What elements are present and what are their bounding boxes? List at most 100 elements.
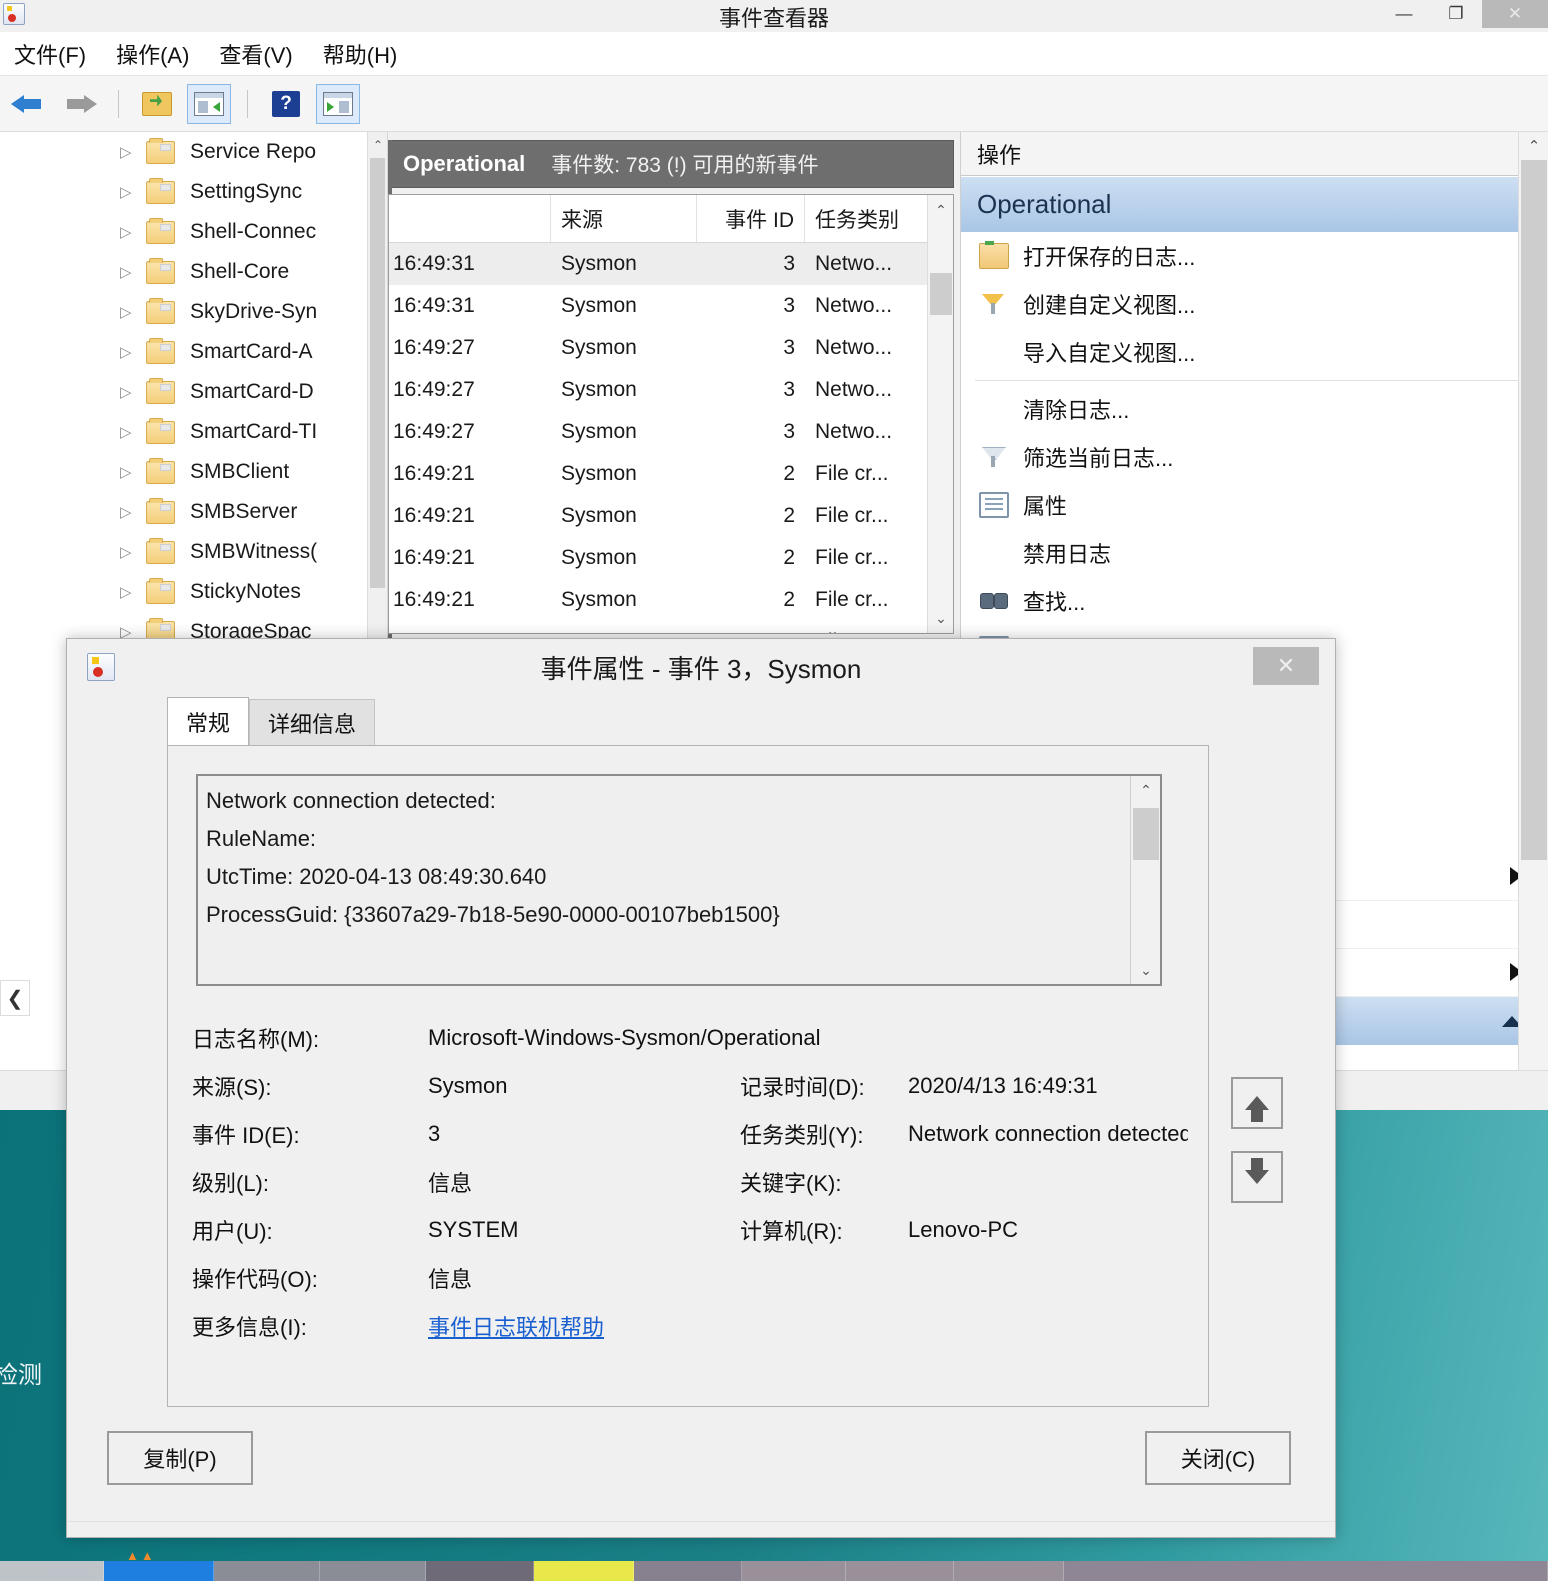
- table-row[interactable]: 16:49:19 Sysmon 2 File cr...: [389, 621, 953, 633]
- tree-item[interactable]: ▷ SMBClient: [0, 452, 387, 492]
- chevron-right-icon[interactable]: ▷: [120, 223, 132, 241]
- action-open-saved-log[interactable]: 打开保存的日志...: [961, 232, 1548, 280]
- chevron-right-icon[interactable]: ▷: [120, 583, 132, 601]
- taskbar-item-3[interactable]: [320, 1561, 426, 1581]
- menu-file[interactable]: 文件(F): [14, 38, 86, 70]
- menu-help[interactable]: 帮助(H): [323, 38, 398, 70]
- actions-group-operational[interactable]: Operational ▲: [961, 176, 1548, 232]
- chevron-right-icon[interactable]: ▷: [120, 503, 132, 521]
- table-row[interactable]: 16:49:21 Sysmon 2 File cr...: [389, 495, 953, 537]
- copy-button[interactable]: 复制(P): [107, 1431, 253, 1485]
- action-find[interactable]: 查找...: [961, 577, 1548, 625]
- show-tree-pane-button[interactable]: [187, 83, 231, 124]
- tree-item[interactable]: ▷ SkyDrive-Syn: [0, 292, 387, 332]
- action-disable-log[interactable]: 禁用日志: [961, 529, 1548, 577]
- menu-action[interactable]: 操作(A): [116, 38, 189, 70]
- show-action-pane-button[interactable]: [316, 83, 360, 124]
- close-button[interactable]: ✕: [1482, 0, 1548, 28]
- tree-item[interactable]: ▷ SMBServer: [0, 492, 387, 532]
- action-import-custom-view[interactable]: 导入自定义视图...: [961, 328, 1548, 376]
- taskbar-item-6[interactable]: [634, 1561, 742, 1581]
- minimize-button[interactable]: —: [1378, 0, 1430, 28]
- column-header-time[interactable]: [389, 195, 551, 242]
- menu-view[interactable]: 查看(V): [219, 38, 292, 70]
- actions-scrollbar[interactable]: ⌃ ⌄: [1518, 132, 1548, 1090]
- event-grid[interactable]: 来源 事件 ID 任务类别 16:49:31 Sysmon 3 Netwo...…: [388, 194, 954, 634]
- column-header-task-category[interactable]: 任务类别: [805, 195, 937, 242]
- tab-general[interactable]: 常规: [167, 697, 250, 745]
- grid-scrollbar-thumb[interactable]: [930, 273, 952, 315]
- table-row[interactable]: 16:49:27 Sysmon 3 Netwo...: [389, 411, 953, 453]
- tab-details[interactable]: 详细信息: [249, 699, 376, 745]
- table-row[interactable]: 16:49:31 Sysmon 3 Netwo...: [389, 285, 953, 327]
- column-header-event-id[interactable]: 事件 ID: [697, 195, 805, 242]
- taskbar-item-1[interactable]: [104, 1561, 214, 1581]
- description-scroll-down-icon[interactable]: ⌄: [1131, 956, 1160, 984]
- maximize-button[interactable]: ❐: [1430, 0, 1482, 28]
- tree-item[interactable]: ▷ Shell-Core: [0, 252, 387, 292]
- taskbar-item-8[interactable]: [846, 1561, 954, 1581]
- table-row[interactable]: 16:49:27 Sysmon 3 Netwo...: [389, 327, 953, 369]
- tree-item[interactable]: ▷ SmartCard-A: [0, 332, 387, 372]
- tree-item[interactable]: ▷ StickyNotes: [0, 572, 387, 612]
- grid-scrollbar[interactable]: ⌃ ⌄: [927, 195, 953, 633]
- table-row[interactable]: 16:49:27 Sysmon 3 Netwo...: [389, 369, 953, 411]
- taskbar-item-7[interactable]: [742, 1561, 846, 1581]
- tree-item[interactable]: ▷ SmartCard-TI: [0, 412, 387, 452]
- action-properties[interactable]: 属性: [961, 481, 1548, 529]
- chevron-right-icon[interactable]: ▷: [120, 263, 132, 281]
- tree-item[interactable]: ▷ SmartCard-D: [0, 372, 387, 412]
- blank-icon: [979, 540, 1009, 566]
- dialog-close-button[interactable]: ✕: [1253, 647, 1319, 685]
- action-filter-current-log[interactable]: 筛选当前日志...: [961, 433, 1548, 481]
- chevron-right-icon[interactable]: ▷: [120, 543, 132, 561]
- event-log-online-help-link[interactable]: 事件日志联机帮助: [428, 1310, 1188, 1342]
- description-scroll-up-icon[interactable]: ⌃: [1131, 776, 1160, 804]
- table-row[interactable]: 16:49:21 Sysmon 2 File cr...: [389, 537, 953, 579]
- chevron-right-icon[interactable]: ▷: [120, 423, 132, 441]
- action-create-custom-view[interactable]: 创建自定义视图...: [961, 280, 1548, 328]
- tree-scroll-up-icon[interactable]: ⌃: [368, 134, 387, 156]
- chevron-right-icon[interactable]: ▷: [120, 143, 132, 161]
- taskbar[interactable]: [0, 1561, 1548, 1581]
- description-scrollbar[interactable]: ⌃ ⌄: [1130, 776, 1160, 984]
- forward-button[interactable]: [58, 84, 102, 124]
- dialog-close-action-button[interactable]: 关闭(C): [1145, 1431, 1291, 1485]
- table-row[interactable]: 16:49:21 Sysmon 2 File cr...: [389, 453, 953, 495]
- grid-scroll-down-icon[interactable]: ⌄: [928, 605, 953, 631]
- tree-item[interactable]: ▷ SMBWitness(: [0, 532, 387, 572]
- table-row[interactable]: 16:49:21 Sysmon 2 File cr...: [389, 579, 953, 621]
- tree-item[interactable]: ▷ Service Repo: [0, 132, 387, 172]
- taskbar-item-9[interactable]: [954, 1561, 1064, 1581]
- chevron-right-icon[interactable]: ▷: [120, 383, 132, 401]
- action-clear-log[interactable]: 清除日志...: [961, 385, 1548, 433]
- actions-scrollbar-thumb[interactable]: [1521, 160, 1547, 860]
- taskbar-item-2[interactable]: [214, 1561, 320, 1581]
- chevron-right-icon[interactable]: ▷: [120, 343, 132, 361]
- table-row[interactable]: 16:49:31 Sysmon 3 Netwo...: [389, 243, 953, 285]
- cell-event-id: 3: [783, 420, 795, 443]
- chevron-right-icon[interactable]: ▷: [120, 303, 132, 321]
- chevron-right-icon[interactable]: ▷: [120, 463, 132, 481]
- taskbar-item-4[interactable]: [426, 1561, 534, 1581]
- tree-scrollbar-thumb[interactable]: [370, 158, 385, 588]
- taskbar-item-5[interactable]: [534, 1561, 634, 1581]
- event-description-box[interactable]: Network connection detected: RuleName: U…: [196, 774, 1162, 986]
- previous-event-button[interactable]: [1231, 1077, 1283, 1129]
- next-event-button[interactable]: [1231, 1151, 1283, 1203]
- help-button[interactable]: ?: [264, 84, 308, 124]
- cell-source: Sysmon: [561, 504, 637, 527]
- cell-time: 16:49:27: [393, 336, 475, 359]
- tree-item[interactable]: ▷ SettingSync: [0, 172, 387, 212]
- collapse-pane-button[interactable]: ❮: [0, 980, 30, 1016]
- grid-scroll-up-icon[interactable]: ⌃: [928, 197, 953, 223]
- tree-item[interactable]: ▷ Shell-Connec: [0, 212, 387, 252]
- taskbar-start-area[interactable]: [0, 1561, 104, 1581]
- chevron-right-icon[interactable]: ▷: [120, 183, 132, 201]
- description-scrollbar-thumb[interactable]: [1133, 808, 1159, 860]
- open-folder-button[interactable]: [135, 84, 179, 124]
- column-header-source[interactable]: 来源: [551, 195, 697, 242]
- taskbar-item-10[interactable]: [1064, 1561, 1548, 1581]
- actions-scroll-up-icon[interactable]: ⌃: [1519, 132, 1548, 160]
- back-button[interactable]: [6, 84, 50, 124]
